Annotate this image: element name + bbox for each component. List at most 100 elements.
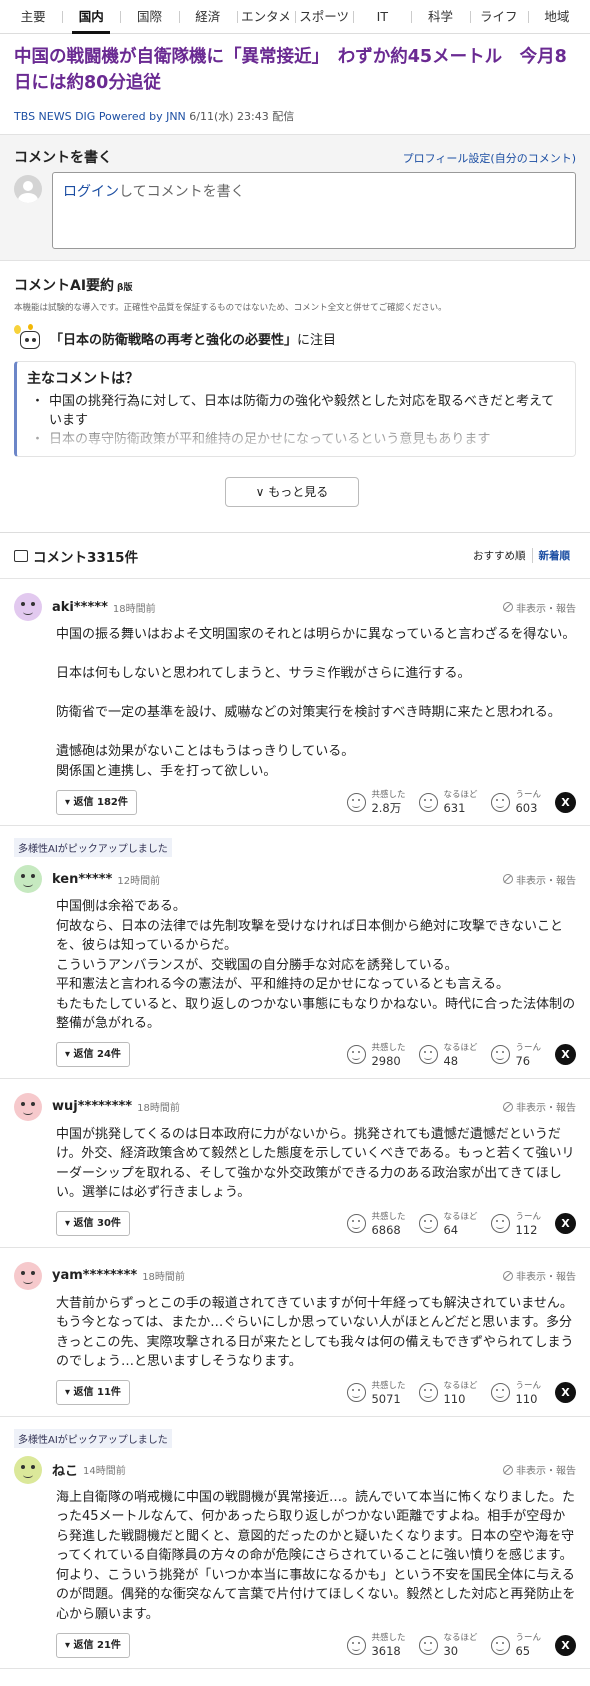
nav-tab-it[interactable]: IT [353, 0, 411, 34]
empathy-count: 2.8万 [371, 801, 402, 815]
article-title[interactable]: 中国の戦闘機が自衛隊機に「異常接近」 わずか約45メートル 今月8日には約80分… [0, 34, 590, 96]
empathy-label: 共感した [371, 1211, 406, 1222]
hide-report-button[interactable]: 非表示・報告 [503, 1268, 576, 1283]
comment-username[interactable]: ken***** [52, 872, 112, 887]
nav-tab-entertainment[interactable]: エンタメ [236, 0, 295, 34]
avatar-icon [14, 1455, 42, 1484]
caret-down-icon: ▾ [65, 1218, 71, 1229]
empathy-button[interactable]: 共感した 3618 [347, 1632, 405, 1658]
comment-footer: ▾ 返信 24件 共感した 2980 なるほど 48 うーん 76 X [0, 1034, 590, 1078]
insight-count: 110 [443, 1391, 466, 1406]
comment-header: wuj******** 18時間前 非表示・報告 [0, 1079, 590, 1121]
replies-button[interactable]: ▾ 返信 11件 [56, 1380, 130, 1405]
smile-icon [347, 1045, 367, 1064]
nav-tab-life[interactable]: ライフ [469, 0, 528, 34]
article-source[interactable]: TBS NEWS DIG Powered by JNN [14, 110, 186, 123]
empathy-button[interactable]: 共感した 2980 [347, 1042, 405, 1068]
hide-report-button[interactable]: 非表示・報告 [503, 872, 576, 887]
sort-newest-tab[interactable]: 新着順 [531, 548, 577, 563]
puzzled-face-icon [491, 1045, 511, 1064]
prohibited-icon [503, 602, 513, 612]
comment-username[interactable]: wuj******** [52, 1099, 132, 1114]
show-more-label: もっと見る [268, 485, 329, 499]
nav-tab-science[interactable]: 科学 [411, 0, 469, 34]
nav-tab-world[interactable]: 国際 [120, 0, 178, 34]
nav-tab-main[interactable]: 主要 [4, 0, 62, 34]
insight-button[interactable]: なるほど 48 [419, 1042, 477, 1068]
nav-tab-domestic[interactable]: 国内 [62, 0, 120, 34]
comment-username[interactable]: yam******** [52, 1268, 137, 1283]
comment-username[interactable]: ねこ [52, 1460, 78, 1479]
x-share-icon[interactable]: X [555, 1382, 576, 1403]
replies-label: 返信 11件 [73, 1387, 121, 1398]
replies-button[interactable]: ▾ 返信 21件 [56, 1632, 130, 1658]
comment-item: yam******** 18時間前 非表示・報告 大昔前からずっとこの手の報道されてき… [0, 1248, 590, 1417]
empathy-button[interactable]: 共感した 2.8万 [347, 789, 405, 815]
main-comment-point: 日本の専守防衛政策が平和維持の足かせになっているという意見もあります [27, 430, 565, 449]
hide-report-button[interactable]: 非表示・報告 [503, 600, 576, 615]
smile-icon [347, 792, 367, 812]
hide-report-button[interactable]: 非表示・報告 [503, 1099, 576, 1114]
empathy-count: 2980 [371, 1053, 401, 1068]
comment-time: 18時間前 [112, 603, 156, 615]
empathy-label: 共感した [371, 1380, 406, 1391]
hmm-button[interactable]: うーん 76 [491, 1042, 541, 1068]
x-share-icon[interactable]: X [555, 1213, 576, 1234]
comment-item: 多様性AIがピックアップしました ねこ 14時間前 非表示・報告 海上自衛隊の哨戒機に中… [0, 1417, 590, 1669]
insight-button[interactable]: なるほど 30 [419, 1632, 477, 1658]
comment-footer: ▾ 返信 11件 共感した 5071 なるほど 110 うーん 110 X [0, 1372, 590, 1416]
reaction-bar: 共感した 6868 なるほど 64 うーん 112 X [333, 1211, 576, 1237]
replies-label: 返信 182件 [73, 796, 128, 808]
prohibited-icon [503, 1101, 513, 1112]
x-share-icon[interactable]: X [555, 1044, 576, 1065]
puzzled-face-icon [491, 1383, 511, 1402]
comment-username[interactable]: aki***** [52, 600, 108, 615]
ai-summary-title-text: コメントAI要約 [14, 278, 115, 294]
login-link[interactable]: ログイン [63, 184, 119, 200]
puzzled-face-icon [491, 1214, 511, 1233]
profile-settings-link[interactable]: プロフィール設定(自分のコメント) [403, 150, 576, 166]
sort-recommended-tab[interactable]: おすすめ順 [467, 548, 532, 563]
ai-summary-title: コメントAI要約 β版 [14, 275, 576, 295]
hmm-button[interactable]: うーん 603 [491, 789, 541, 815]
article-date: 6/11(水) 23:43 配信 [189, 110, 295, 123]
comment-item: wuj******** 18時間前 非表示・報告 中国が挑発してくるのは日本政府に力が… [0, 1079, 590, 1248]
ai-focus-suffix: に注目 [297, 332, 337, 348]
hmm-button[interactable]: うーん 65 [491, 1632, 541, 1658]
caret-down-icon: ▾ [65, 796, 71, 808]
main-comments-box: 主なコメントは？ 中国の挑発行為に対して、日本は防衛力の強化や毅然とした対応を取… [14, 361, 576, 457]
avatar-icon [14, 865, 42, 893]
empathy-button[interactable]: 共感した 6868 [347, 1211, 405, 1237]
ai-picked-badge: 多様性AIがピックアップしました [14, 1428, 172, 1448]
hmm-button[interactable]: うーん 110 [491, 1380, 541, 1406]
comment-item: aki***** 18時間前 非表示・報告 中国の振る舞いはおよそ文明国家のそれとは明… [0, 579, 590, 826]
puzzled-face-icon [491, 1635, 511, 1655]
show-more-button[interactable]: ∨ もっと見る [225, 477, 359, 507]
empathy-label: 共感した [371, 1042, 406, 1053]
replies-button[interactable]: ▾ 返信 182件 [56, 789, 137, 815]
comment-input[interactable]: ログインしてコメントを書く [52, 172, 576, 249]
comment-header: ken***** 12時間前 非表示・報告 [0, 857, 590, 893]
avatar-icon [14, 1261, 42, 1290]
write-comment-section: コメントを書く プロフィール設定(自分のコメント) ログインしてコメントを書く [0, 134, 590, 261]
insight-button[interactable]: なるほど 631 [419, 789, 477, 815]
sort-options: おすすめ順 新着順 [467, 548, 576, 563]
comment-footer: ▾ 返信 30件 共感した 6868 なるほど 64 うーん 112 X [0, 1203, 590, 1247]
replies-button[interactable]: ▾ 返信 30件 [56, 1211, 130, 1236]
nav-tab-sports[interactable]: スポーツ [295, 0, 353, 34]
x-share-icon[interactable]: X [555, 1634, 576, 1656]
hmm-button[interactable]: うーん 112 [491, 1211, 541, 1237]
thinking-face-icon [419, 1214, 439, 1233]
ai-focus-topic: 「日本の防衛戦略の再考と強化の必要性」 [50, 332, 298, 348]
empathy-button[interactable]: 共感した 5071 [347, 1380, 405, 1406]
hide-report-button[interactable]: 非表示・報告 [503, 1462, 576, 1477]
thinking-face-icon [419, 1635, 439, 1655]
x-share-icon[interactable]: X [555, 791, 576, 813]
hide-report-label: 非表示・報告 [516, 603, 576, 615]
replies-button[interactable]: ▾ 返信 24件 [56, 1042, 130, 1067]
insight-button[interactable]: なるほど 110 [419, 1380, 477, 1406]
ai-summary-section: コメントAI要約 β版 本機能は試験的な導入です。正確性や品質を保証するものではな… [0, 261, 590, 533]
insight-button[interactable]: なるほど 64 [419, 1211, 477, 1237]
nav-tab-local[interactable]: 地域 [527, 0, 586, 34]
nav-tab-economy[interactable]: 経済 [178, 0, 237, 34]
